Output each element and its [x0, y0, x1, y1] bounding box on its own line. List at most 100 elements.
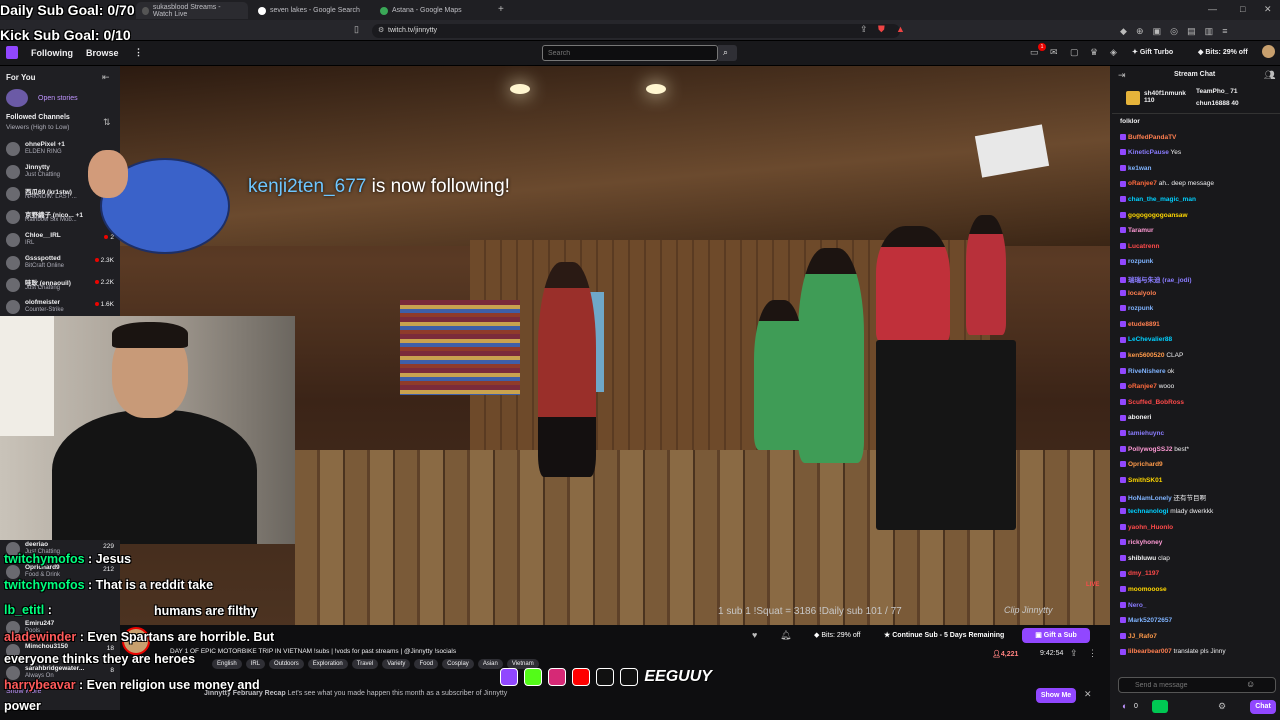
chat-username[interactable]: SmithSK01: [1128, 477, 1162, 484]
stories-avatar[interactable]: [6, 89, 28, 107]
nav-browse[interactable]: Browse: [86, 48, 119, 58]
notification-bell-icon[interactable]: 🔔︎: [780, 631, 791, 640]
gift-turbo-button[interactable]: ✦ Gift Turbo: [1132, 48, 1173, 56]
chat-username[interactable]: Lucatrenn: [1128, 243, 1159, 250]
chat-username[interactable]: technanologi: [1128, 508, 1168, 515]
tag-pill[interactable]: IRL: [245, 659, 266, 669]
get-bits-button[interactable]: ◆ Bits: 29% off: [1198, 48, 1248, 56]
open-stories-link[interactable]: Open stories: [38, 95, 78, 102]
bookmark-icon[interactable]: ▯: [354, 25, 359, 34]
site-info-icon[interactable]: ⚙: [378, 27, 384, 34]
channel-points-icon[interactable]: ◐: [1122, 702, 1127, 711]
chat-username[interactable]: lilbearbear007: [1128, 648, 1172, 655]
close-recap-icon[interactable]: ✕: [1084, 690, 1092, 699]
rewards-icon[interactable]: ▲: [896, 25, 905, 34]
chat-username[interactable]: HoNamLonely: [1128, 495, 1172, 502]
tag-pill[interactable]: Variety: [382, 659, 411, 669]
chat-username[interactable]: 瑞瑞与朱迪 (rae_jodi): [1128, 277, 1192, 284]
gift-sub-button[interactable]: ▣ Gift a Sub: [1022, 628, 1090, 643]
chat-username[interactable]: BuffedPandaTV: [1128, 134, 1176, 141]
chat-username[interactable]: etude8891: [1128, 321, 1160, 328]
chat-username[interactable]: oRanjee7: [1128, 180, 1157, 187]
extension-icon[interactable]: ▤: [1187, 26, 1196, 36]
twitch-logo-icon[interactable]: [6, 46, 18, 59]
points-reward-icon[interactable]: [1152, 700, 1168, 713]
chat-username[interactable]: chan_the_magic_man: [1128, 196, 1196, 203]
collapse-chat-icon[interactable]: ⇥: [1118, 71, 1126, 80]
prime-crown-icon[interactable]: ♛: [1090, 48, 1098, 57]
chat-username[interactable]: Oprichard9: [1128, 461, 1163, 468]
menu-icon[interactable]: ≡: [1222, 26, 1227, 36]
followed-channel-item[interactable]: olofmeister Counter-Strike 1.6K: [6, 299, 118, 315]
minimize-icon[interactable]: —: [1208, 5, 1217, 14]
emote-picker-icon[interactable]: ☺: [1246, 680, 1255, 689]
chat-username[interactable]: aboneri: [1128, 414, 1151, 421]
chat-settings-icon[interactable]: ⚙: [1218, 702, 1226, 711]
chat-username[interactable]: Mark52072657: [1128, 617, 1172, 624]
extension-icon[interactable]: ◆: [1120, 26, 1127, 36]
nav-more-button[interactable]: ⋮: [134, 47, 143, 58]
followed-channel-item[interactable]: Chloe__IRL IRL 2: [6, 232, 118, 248]
chat-username[interactable]: Scuffed_BobRoss: [1128, 399, 1184, 406]
user-avatar[interactable]: [1262, 45, 1275, 58]
brave-shield-icon[interactable]: ⛊: [878, 25, 885, 34]
chat-username[interactable]: ke1wan: [1128, 165, 1152, 172]
chat-username[interactable]: tamiehuync: [1128, 430, 1164, 437]
chat-users-icon[interactable]: 👥︎: [1264, 71, 1275, 80]
share-icon[interactable]: ⇪: [1070, 649, 1078, 658]
tag-pill[interactable]: Exploration: [307, 659, 348, 669]
new-tab-button[interactable]: +: [498, 4, 504, 15]
browser-tab[interactable]: seven lakes - Google Search: [252, 2, 370, 19]
notifications-icon[interactable]: ▭: [1030, 48, 1039, 57]
share-icon[interactable]: ⇪: [860, 25, 868, 34]
bits-offer-button[interactable]: ◆ Bits: 29% off: [814, 628, 880, 643]
tag-pill[interactable]: Cosplay: [442, 659, 474, 669]
whispers-icon[interactable]: ▢: [1070, 48, 1079, 57]
chat-username[interactable]: JJ_Rafo7: [1128, 633, 1157, 640]
collapse-sidebar-icon[interactable]: ⇤: [102, 73, 110, 82]
continue-sub-button[interactable]: ★ Continue Sub - 5 Days Remaining: [884, 628, 1016, 643]
chat-username[interactable]: yaohn_Huonlo: [1128, 524, 1173, 531]
follow-heart-icon[interactable]: ♥: [752, 631, 757, 640]
url-field[interactable]: twitch.tv/jinnytty: [372, 24, 900, 38]
extension-icon[interactable]: ▣: [1153, 26, 1162, 36]
show-me-button[interactable]: Show Me: [1036, 688, 1076, 703]
chat-username[interactable]: folklor: [1120, 118, 1140, 125]
more-options-icon[interactable]: ⋮: [1088, 649, 1097, 658]
chat-username[interactable]: gogogogogoansaw: [1128, 212, 1188, 219]
extension-icon[interactable]: ⊕: [1136, 26, 1144, 36]
tag-pill[interactable]: Outdoors: [269, 659, 304, 669]
sort-icon[interactable]: ⇅: [103, 118, 111, 127]
drops-icon[interactable]: ◈: [1110, 48, 1117, 57]
search-input[interactable]: [542, 45, 718, 61]
chat-username[interactable]: shibluwu: [1128, 555, 1156, 562]
tag-pill[interactable]: Travel: [351, 659, 379, 669]
followed-channel-item[interactable]: 哇耿 (ennaouil) Just Chatting 2.2K: [6, 277, 118, 293]
chat-username[interactable]: dmy_1197: [1128, 570, 1159, 577]
inbox-icon[interactable]: ✉: [1050, 48, 1058, 57]
browser-tab[interactable]: Astana - Google Maps: [374, 2, 492, 19]
tag-pill[interactable]: Food: [414, 659, 439, 669]
nav-following[interactable]: Following: [31, 48, 73, 58]
chat-username[interactable]: RiveNishere: [1128, 368, 1166, 375]
chat-username[interactable]: moomooose: [1128, 586, 1167, 593]
close-window-icon[interactable]: ✕: [1264, 5, 1272, 14]
chat-username[interactable]: PollywogSSJ2: [1128, 446, 1172, 453]
chat-username[interactable]: rozpunk: [1128, 305, 1153, 312]
chat-username[interactable]: oRanjee7: [1128, 383, 1157, 390]
chat-username[interactable]: ken5600520: [1128, 352, 1165, 359]
tag-pill[interactable]: English: [212, 659, 242, 669]
chat-username[interactable]: localyolo: [1128, 290, 1156, 297]
chat-send-button[interactable]: Chat: [1250, 700, 1276, 714]
chat-username[interactable]: KineticPause: [1128, 149, 1169, 156]
chat-username[interactable]: LeChevalier88: [1128, 336, 1172, 343]
sidebar-toggle-icon[interactable]: ▥: [1205, 26, 1214, 36]
maximize-icon[interactable]: □: [1240, 5, 1245, 14]
chat-username[interactable]: rozpunk: [1128, 258, 1153, 265]
extension-icon[interactable]: ◎: [1170, 26, 1178, 36]
followed-channel-item[interactable]: Gssspotted BitCraft Online 2.3K: [6, 255, 118, 271]
chat-username[interactable]: Taramur: [1128, 227, 1154, 234]
search-button[interactable]: ⌕: [718, 45, 737, 61]
chat-username[interactable]: rickyhoney: [1128, 539, 1162, 546]
chat-username[interactable]: Nero_: [1128, 602, 1146, 609]
